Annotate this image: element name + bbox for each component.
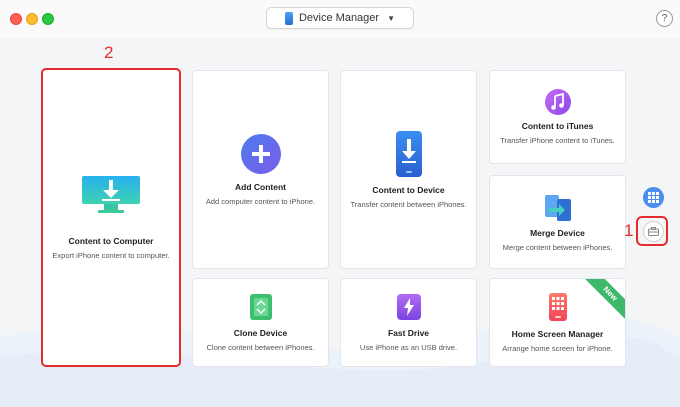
card-description: Clone content between iPhones. [206, 342, 315, 352]
card-title: Add Content [235, 181, 286, 192]
card-description: Merge content between iPhones. [502, 242, 613, 252]
device-manager-label: Device Manager [298, 12, 380, 24]
device-manager-dropdown[interactable]: Device Manager ▼ [266, 7, 414, 29]
help-button[interactable]: ? [656, 10, 673, 27]
card-title: Merge Device [530, 227, 585, 238]
card-clone-device[interactable]: Clone Device Clone content between iPhon… [192, 278, 329, 367]
card-content-to-itunes[interactable]: Content to iTunes Transfer iPhone conten… [489, 70, 626, 164]
card-description: Add computer content to iPhone. [205, 196, 316, 206]
merge-device-icon [544, 194, 571, 221]
card-description: Transfer content between iPhones. [350, 199, 467, 209]
window-close-button[interactable] [10, 13, 22, 25]
usb-drive-icon [396, 293, 421, 320]
card-title: Content to iTunes [521, 121, 594, 131]
card-title: Content to Device [372, 184, 445, 195]
highlight-box-toolbox [636, 216, 668, 246]
title-bar: Device Manager ▼ ? [0, 0, 680, 38]
card-home-screen-manager[interactable]: New Home Screen Manager Arrange home scr… [489, 278, 626, 367]
new-badge: New [580, 279, 625, 324]
clone-device-icon [249, 293, 272, 320]
chevron-down-icon: ▼ [387, 13, 395, 23]
card-title: Clone Device [233, 327, 288, 338]
apps-grid-button[interactable] [643, 187, 664, 208]
card-title: Fast Drive [387, 327, 430, 338]
card-description: Use iPhone as an USB drive. [359, 342, 458, 352]
window-maximize-button[interactable] [42, 13, 54, 25]
home-screen-icon [548, 292, 567, 321]
card-content-to-device[interactable]: Content to Device Transfer content betwe… [340, 70, 477, 269]
card-title: Home Screen Manager [511, 328, 604, 339]
app-window: Device Manager ▼ ? Content to Computer E… [0, 0, 680, 407]
card-description: Transfer iPhone content to iTunes. [500, 136, 615, 145]
callout-number-1: 1 [624, 221, 634, 240]
grid-icon [648, 192, 659, 203]
card-merge-device[interactable]: Merge Device Merge content between iPhon… [489, 175, 626, 269]
highlight-box-content-to-computer [41, 68, 181, 367]
card-add-content[interactable]: Add Content Add computer content to iPho… [192, 70, 329, 269]
iphone-icon [284, 11, 293, 25]
callout-number-2: 2 [104, 43, 114, 62]
itunes-music-icon [544, 89, 571, 115]
card-description: Arrange home screen for iPhone. [502, 343, 613, 353]
window-minimize-button[interactable] [26, 13, 38, 25]
add-plus-icon [240, 133, 281, 174]
phone-download-icon [395, 130, 422, 177]
card-fast-drive[interactable]: Fast Drive Use iPhone as an USB drive. [340, 278, 477, 367]
